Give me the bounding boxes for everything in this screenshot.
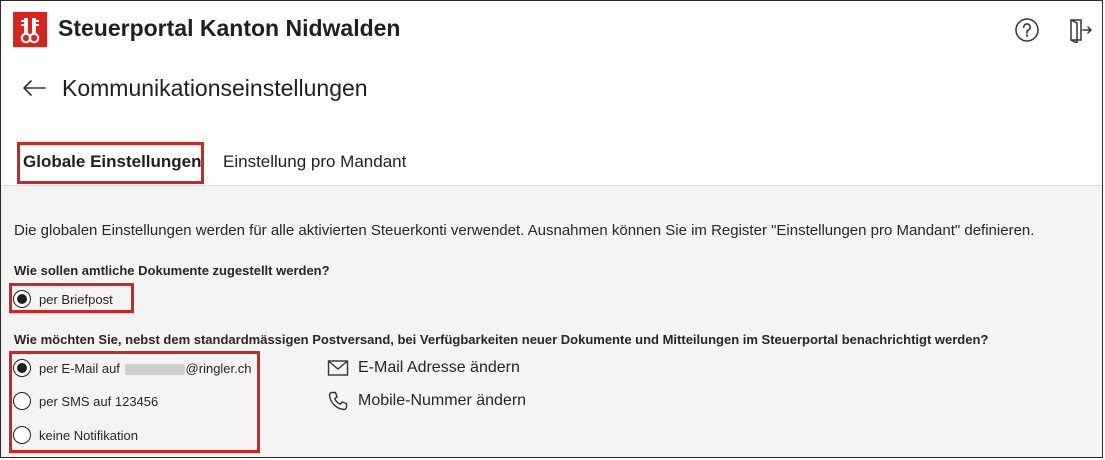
question-circle-icon[interactable] <box>1014 17 1040 43</box>
intro-text: Die globalen Einstellungen werden für al… <box>14 222 1035 239</box>
envelope-icon <box>327 360 349 376</box>
radio-button[interactable] <box>13 290 31 308</box>
radio-label: per E-Mail auf @ringler.ch <box>39 361 252 376</box>
delivery-question: Wie sollen amtliche Dokumente zugestellt… <box>14 263 330 278</box>
redacted-email-user <box>124 363 185 375</box>
sign-out-icon[interactable] <box>1067 17 1093 45</box>
change-mobile-label: Mobile-Nummer ändern <box>358 392 527 409</box>
tab-global-settings[interactable]: Globale Einstellungen <box>23 152 202 172</box>
change-email-link[interactable]: E-Mail Adresse ändern <box>327 357 520 379</box>
app-window: Steuerportal Kanton Nidwalden Kommunikat… <box>0 0 1103 458</box>
app-title: Steuerportal Kanton Nidwalden <box>58 15 401 41</box>
radio-sms[interactable]: per SMS auf 123456 <box>13 390 158 412</box>
radio-button[interactable] <box>13 426 31 444</box>
email-label-prefix: per E-Mail auf <box>39 360 120 376</box>
email-label-suffix: @ringler.ch <box>185 360 252 376</box>
nidwalden-logo-icon <box>13 12 47 47</box>
tab-settings-per-client[interactable]: Einstellung pro Mandant <box>223 152 406 172</box>
radio-label: per SMS auf 123456 <box>39 393 159 409</box>
change-email-label: E-Mail Adresse ändern <box>358 359 520 376</box>
radio-none[interactable]: keine Notifikation <box>13 424 138 446</box>
radio-button[interactable] <box>13 392 31 410</box>
active-tab-indicator <box>23 181 197 184</box>
settings-panel: Die globalen Einstellungen werden für al… <box>1 186 1102 457</box>
radio-label: per Briefpost <box>39 291 113 307</box>
page-title: Kommunikationseinstellungen <box>62 75 368 101</box>
app-header: Steuerportal Kanton Nidwalden <box>1 1 1102 59</box>
radio-button[interactable] <box>13 359 31 377</box>
tab-bar: Globale Einstellungen Einstellung pro Ma… <box>1 139 1102 186</box>
arrow-left-icon[interactable] <box>21 77 47 99</box>
phone-icon <box>328 391 348 411</box>
radio-briefpost[interactable]: per Briefpost <box>13 288 113 310</box>
notification-question: Wie möchten Sie, nebst dem standardmässi… <box>14 332 989 347</box>
radio-email[interactable]: per E-Mail auf @ringler.ch <box>13 357 252 379</box>
change-mobile-link[interactable]: Mobile-Nummer ändern <box>327 390 526 412</box>
radio-label: keine Notifikation <box>39 427 138 443</box>
